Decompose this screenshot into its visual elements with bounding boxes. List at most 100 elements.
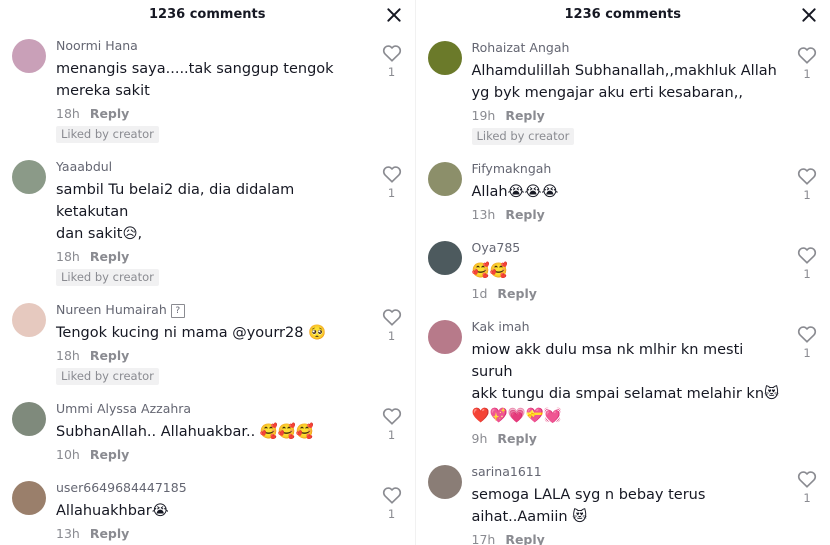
- heart-icon[interactable]: [382, 407, 402, 425]
- comment-username[interactable]: Oya785: [472, 240, 782, 256]
- liked-by-creator-badge: Liked by creator: [56, 126, 159, 143]
- comment-item: Nureen Humairah? Tengok kucing ni mama @…: [0, 302, 415, 385]
- comment-time: 1d: [471, 286, 488, 301]
- comment-time: 13h: [56, 526, 80, 541]
- comment-item: Yaaabdul sambil Tu belai2 dia, dia didal…: [0, 159, 415, 286]
- like-control[interactable]: 1: [381, 44, 403, 79]
- heart-icon[interactable]: [382, 165, 402, 183]
- reply-button[interactable]: Reply: [90, 348, 129, 363]
- avatar[interactable]: [427, 241, 462, 275]
- liked-by-creator-badge: Liked by creator: [56, 269, 159, 286]
- avatar[interactable]: [12, 481, 46, 515]
- comment-meta: 18h Reply: [56, 248, 366, 266]
- like-control[interactable]: 1: [796, 46, 818, 81]
- comment-username[interactable]: sarina1611: [472, 464, 782, 480]
- comment-meta: 19h Reply: [472, 107, 782, 125]
- heart-icon[interactable]: [797, 167, 817, 185]
- comment-text: Allahuakhbar😭: [56, 503, 169, 519]
- comment-username[interactable]: Noormi Hana: [56, 38, 366, 54]
- like-count: 1: [803, 491, 811, 505]
- avatar[interactable]: [427, 465, 462, 499]
- heart-icon[interactable]: [797, 325, 817, 343]
- like-count: 1: [387, 186, 396, 200]
- comment-item: Ummi Alyssa Azzahra SubhanAllah.. Allahu…: [0, 401, 415, 464]
- like-count: 1: [387, 428, 396, 442]
- reply-button[interactable]: Reply: [497, 286, 536, 301]
- heart-icon[interactable]: [382, 486, 402, 504]
- like-control[interactable]: 1: [381, 165, 403, 200]
- reply-button[interactable]: Reply: [90, 447, 129, 462]
- avatar[interactable]: [427, 320, 462, 354]
- heart-icon[interactable]: [382, 44, 402, 62]
- comment-item: Fifymakngah Allah😭😭😭 13h Reply 1: [416, 161, 830, 224]
- heart-icon[interactable]: [797, 46, 817, 64]
- comment-meta: 18h Reply: [56, 105, 366, 123]
- comment-meta: 9h Reply: [472, 430, 782, 448]
- like-control[interactable]: 1: [381, 486, 403, 521]
- reply-button[interactable]: Reply: [90, 526, 129, 541]
- comment-time: 10h: [56, 447, 80, 462]
- like-control[interactable]: 1: [796, 167, 818, 202]
- comment-username[interactable]: Nureen Humairah?: [56, 302, 366, 318]
- close-icon[interactable]: [385, 6, 403, 24]
- comment-text: menangis saya.....tak sanggup tengok mer…: [56, 61, 334, 99]
- comment-username-text[interactable]: Nureen Humairah: [56, 302, 167, 317]
- avatar[interactable]: [427, 162, 462, 196]
- panel-header: 1236 comments: [0, 0, 415, 30]
- reply-button[interactable]: Reply: [505, 207, 544, 222]
- comment-username[interactable]: Fifymakngah: [472, 161, 782, 177]
- comment-text: semoga LALA syg n bebay terus aihat..Aam…: [471, 487, 706, 525]
- like-control[interactable]: 1: [796, 470, 818, 505]
- comment-username[interactable]: Ummi Alyssa Azzahra: [56, 401, 366, 417]
- like-count: 1: [803, 188, 811, 202]
- unknown-badge-icon: ?: [170, 303, 185, 318]
- avatar[interactable]: [12, 402, 46, 436]
- comment-item: Kak imah miow akk dulu msa nk mlhir kn m…: [416, 319, 830, 448]
- comments-count-title: 1236 comments: [564, 7, 681, 22]
- heart-icon[interactable]: [797, 246, 817, 264]
- comment-meta: 13h Reply: [56, 525, 366, 543]
- reply-button[interactable]: Reply: [505, 108, 544, 123]
- like-count: 1: [803, 67, 811, 81]
- like-count: 1: [387, 507, 396, 521]
- comment-text: Allah😭😭😭: [471, 184, 559, 200]
- comment-time: 18h: [56, 249, 80, 264]
- comment-text: Tengok kucing ni mama @yourr28 🥺: [56, 325, 327, 341]
- comment-time: 19h: [471, 108, 496, 123]
- comment-username[interactable]: Yaaabdul: [56, 159, 366, 175]
- comment-meta: 17h Reply: [472, 531, 782, 545]
- comment-username[interactable]: user6649684447185: [56, 480, 366, 496]
- like-control[interactable]: 1: [381, 308, 403, 343]
- avatar[interactable]: [427, 41, 462, 75]
- comment-item: Oya785 🥰🥰 1d Reply 1: [416, 240, 830, 303]
- comment-meta: 1d Reply: [472, 285, 782, 303]
- comment-username[interactable]: Kak imah: [472, 319, 782, 335]
- like-count: 1: [387, 329, 396, 343]
- heart-icon[interactable]: [797, 470, 817, 488]
- reply-button[interactable]: Reply: [90, 249, 129, 264]
- comments-panel-left: 1236 comments Noormi Hana menangis saya.…: [0, 0, 415, 545]
- close-icon[interactable]: [800, 6, 818, 24]
- reply-button[interactable]: Reply: [497, 431, 536, 446]
- like-count: 1: [803, 346, 811, 360]
- comment-username[interactable]: Rohaizat Angah: [472, 40, 782, 56]
- comment-text: Alhamdulillah Subhanallah,,makhluk Allah…: [471, 63, 777, 101]
- comment-time: 18h: [56, 348, 80, 363]
- like-control[interactable]: 1: [796, 325, 818, 360]
- heart-icon[interactable]: [382, 308, 402, 326]
- like-count: 1: [387, 65, 396, 79]
- avatar[interactable]: [12, 160, 46, 194]
- like-count: 1: [803, 267, 811, 281]
- reply-button[interactable]: Reply: [90, 106, 129, 121]
- reply-button[interactable]: Reply: [505, 532, 544, 545]
- comment-meta: 13h Reply: [472, 206, 782, 224]
- comments-panel-right: 1236 comments Rohaizat Angah Alhamdulill…: [414, 0, 830, 545]
- comment-item: Noormi Hana menangis saya.....tak sanggu…: [0, 38, 415, 143]
- comment-item: user6649684447185 Allahuakhbar😭 13h Reply…: [0, 480, 415, 543]
- like-control[interactable]: 1: [381, 407, 403, 442]
- like-control[interactable]: 1: [796, 246, 818, 281]
- comment-text: miow akk dulu msa nk mlhir kn mesti suru…: [471, 342, 780, 424]
- avatar[interactable]: [12, 303, 46, 337]
- comment-text: 🥰🥰: [471, 263, 508, 279]
- avatar[interactable]: [12, 39, 46, 73]
